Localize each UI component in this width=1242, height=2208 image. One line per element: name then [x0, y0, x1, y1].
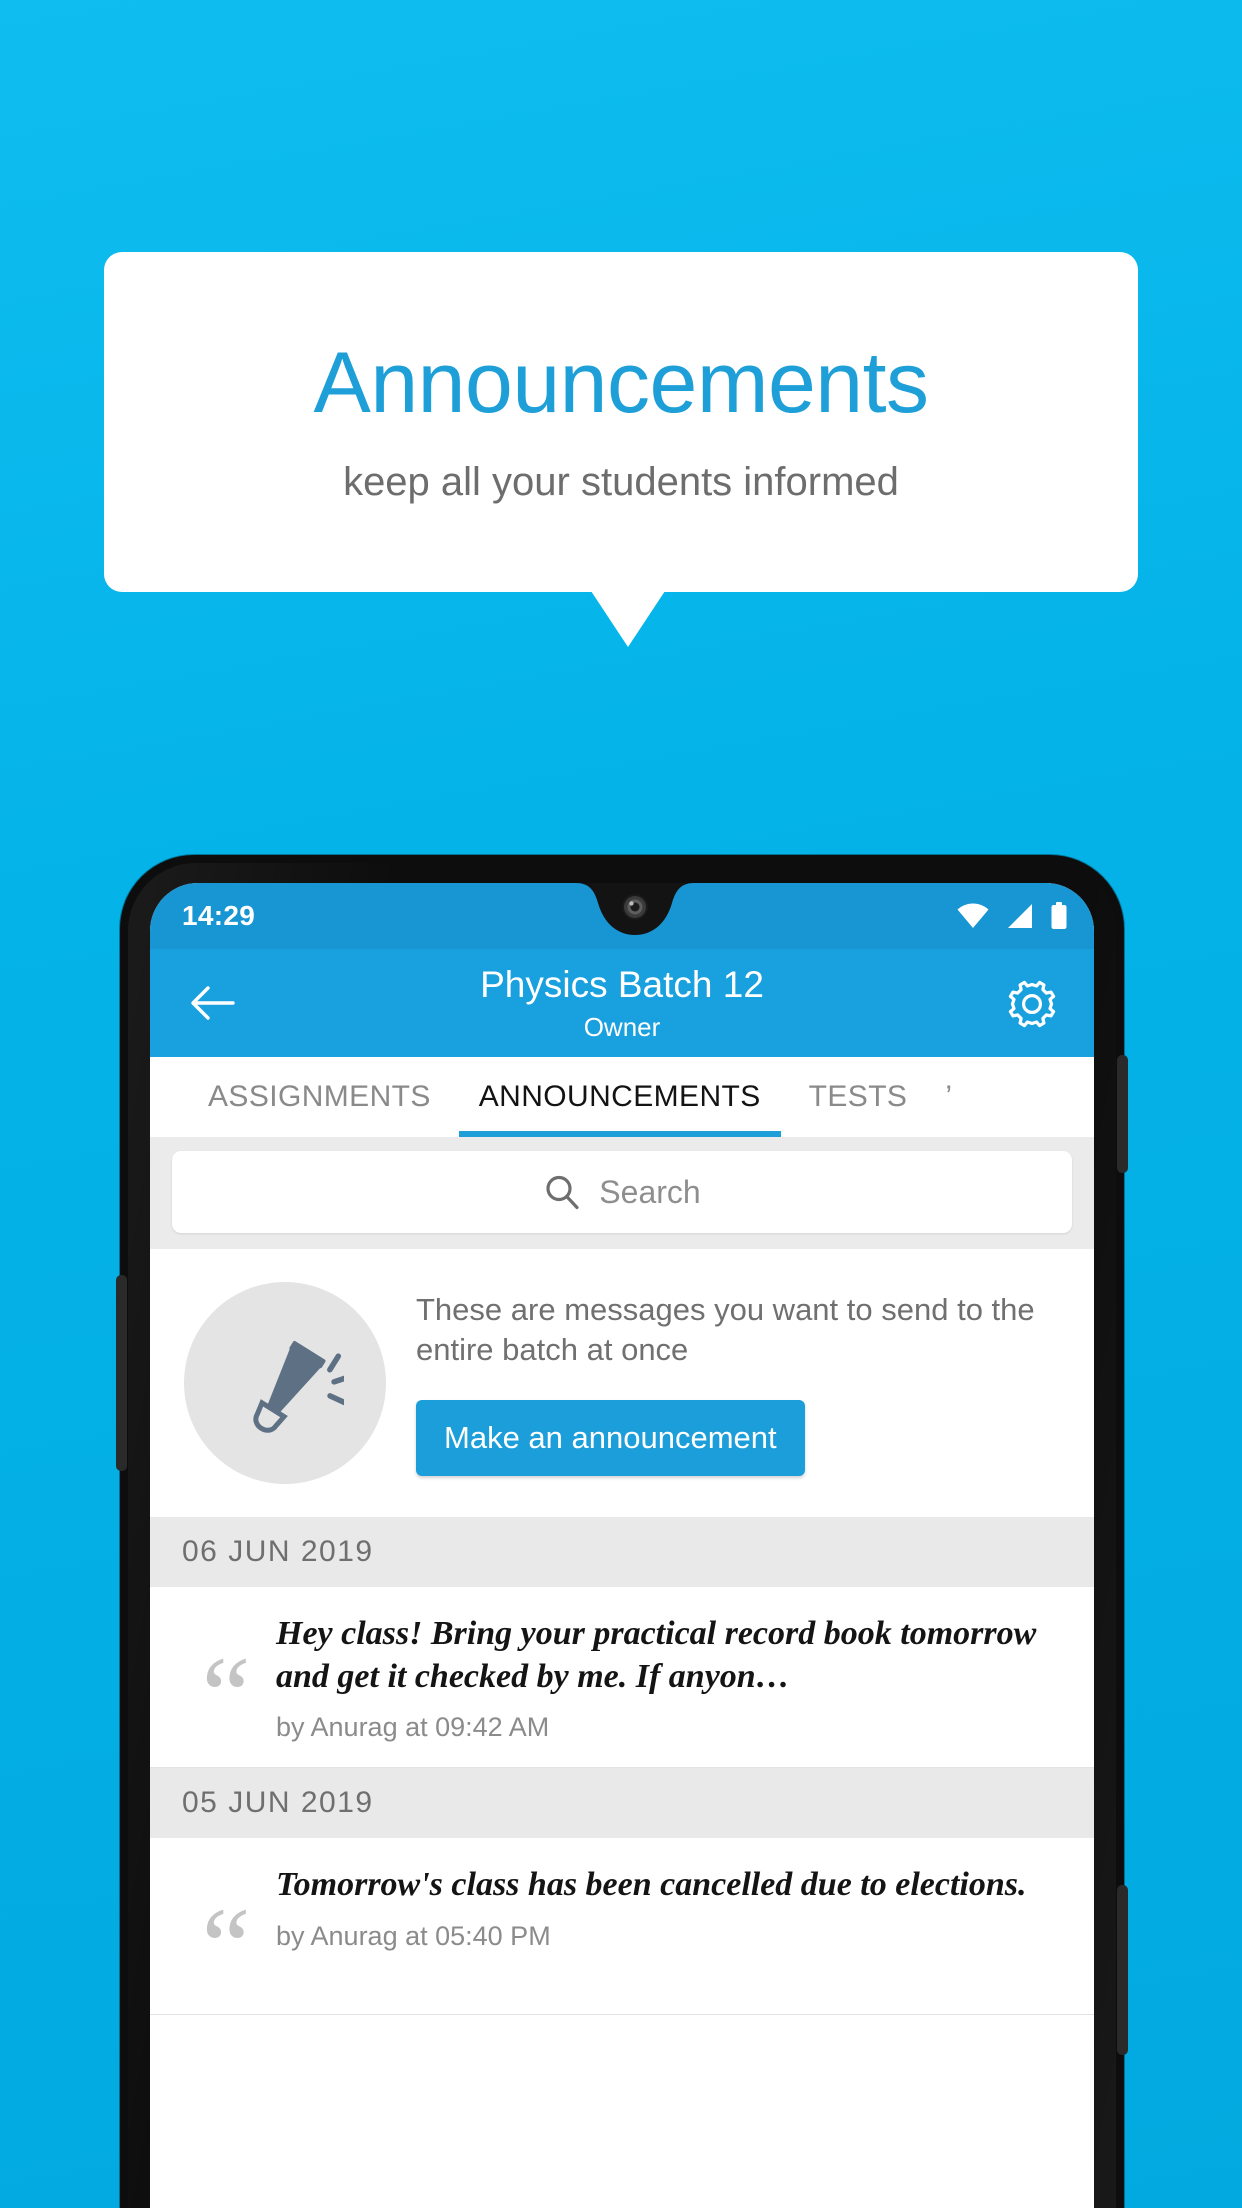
tab-bar: ASSIGNMENTS ANNOUNCEMENTS TESTS ’ [150, 1057, 1094, 1137]
back-button[interactable] [176, 967, 248, 1039]
tab-tests[interactable]: TESTS [785, 1057, 932, 1137]
announcement-list-item[interactable]: “ Hey class! Bring your practical record… [150, 1587, 1094, 1768]
status-bar-icons [956, 902, 1068, 930]
phone-volume-button[interactable] [1117, 1885, 1128, 2055]
search-input[interactable]: Search [172, 1151, 1072, 1233]
app-bar: Physics Batch 12 Owner [150, 949, 1094, 1057]
announcement-text: Tomorrow's class has been cancelled due … [276, 1866, 1027, 1903]
announcement-meta: by Anurag at 05:40 PM [276, 1920, 551, 1951]
quote-icon: “ [201, 1634, 251, 1756]
empty-state-text: These are messages you want to send to t… [416, 1292, 1035, 1367]
megaphone-icon [253, 1341, 344, 1433]
arrow-left-icon [191, 986, 235, 1020]
announcement-list-item[interactable]: “ Tomorrow's class has been cancelled du… [150, 1838, 1094, 2015]
status-bar-clock: 14:29 [182, 900, 256, 931]
date-header: 06 JUN 2019 [150, 1517, 1094, 1587]
announcement-body: Tomorrow's class has been cancelled due … [276, 1864, 1060, 1990]
wifi-icon [957, 903, 989, 928]
search-zone: Search [150, 1137, 1094, 1249]
announcement-meta: by Anurag at 09:42 AM [276, 1712, 550, 1742]
page-subtitle: Owner [583, 1011, 661, 1042]
announcement-text: Hey class! Bring your practical record b… [276, 1615, 1037, 1695]
date-header: 05 JUN 2019 [150, 1768, 1094, 1838]
promo-card: Announcements keep all your students inf… [104, 252, 1138, 592]
page-title: Physics Batch 12 [480, 964, 764, 1006]
tab-assignments[interactable]: ASSIGNMENTS [184, 1057, 455, 1137]
phone-assistant-button[interactable] [116, 1275, 127, 1471]
announcements-empty-state: These are messages you want to send to t… [150, 1249, 1094, 1517]
quote-icon: “ [201, 1885, 251, 2007]
tab-announcements[interactable]: ANNOUNCEMENTS [455, 1057, 785, 1137]
megaphone-icon-circle [184, 1282, 386, 1484]
waterdrop-notch [517, 883, 727, 935]
app-bar-title-block: Physics Batch 12 Owner [248, 964, 996, 1042]
tab-overflow-peek[interactable]: ’ [931, 1057, 952, 1137]
status-bar: 14:29 [150, 883, 1094, 949]
promo-subtitle: keep all your students informed [343, 460, 899, 504]
promo-card-tail [591, 591, 665, 647]
phone-screen: 14:29 Physics Batch 12 Owner ASSIGNMENTS… [150, 883, 1094, 2208]
settings-button[interactable] [996, 967, 1068, 1039]
promo-title: Announcements [313, 335, 929, 431]
search-icon [546, 1175, 579, 1210]
search-placeholder: Search [599, 1173, 701, 1210]
make-announcement-button[interactable]: Make an announcement [416, 1399, 805, 1476]
phone-device-frame: 14:29 Physics Batch 12 Owner ASSIGNMENTS… [116, 855, 1128, 2208]
empty-state-content: These are messages you want to send to t… [386, 1290, 1064, 1476]
phone-power-button[interactable] [1117, 1055, 1128, 1173]
announcement-body: Hey class! Bring your practical record b… [276, 1613, 1060, 1743]
promo-screenshot-canvas: Announcements keep all your students inf… [0, 0, 1242, 2208]
battery-icon [1051, 902, 1067, 929]
gear-icon [1008, 980, 1056, 1028]
cellular-signal-icon [1008, 904, 1032, 928]
